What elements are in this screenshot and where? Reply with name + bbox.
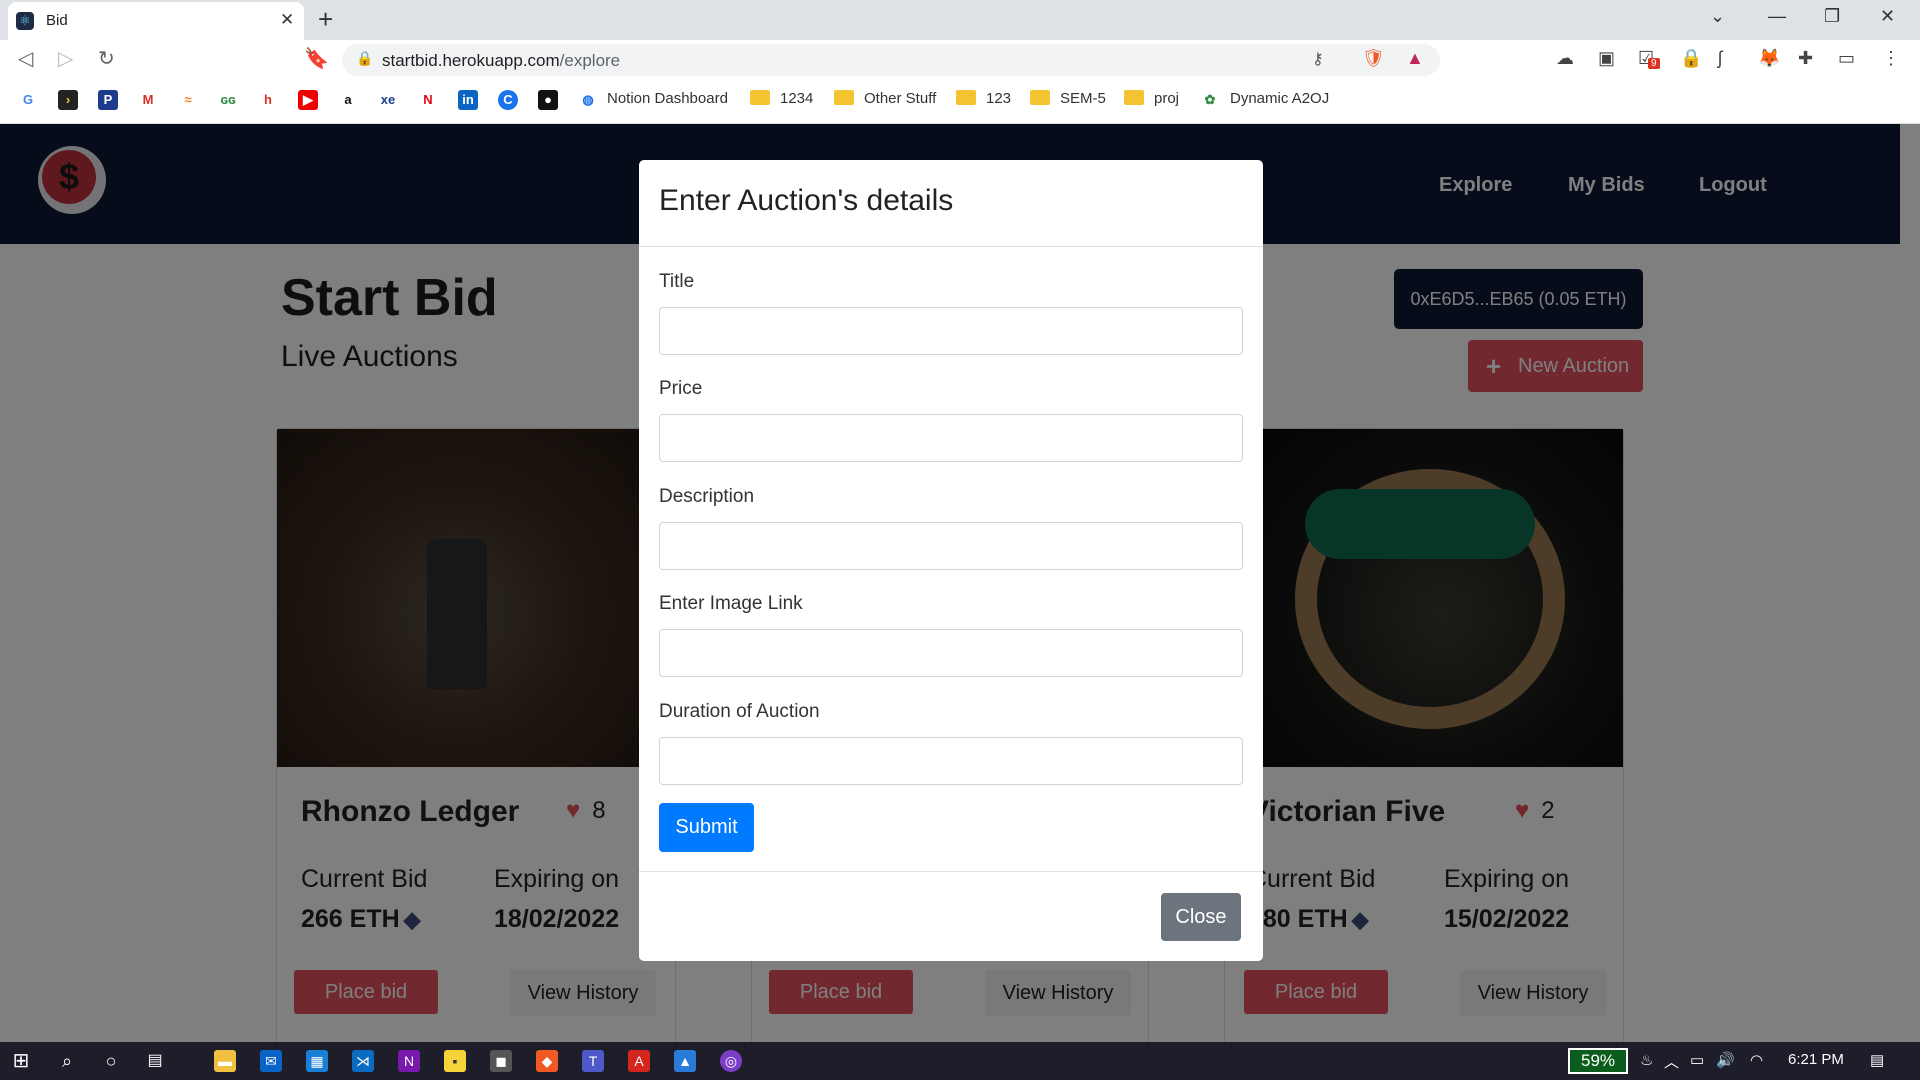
browser-tab[interactable]: ⚛ Bid ✕: [8, 2, 304, 40]
photos-icon[interactable]: ▲: [674, 1050, 696, 1072]
notifications-icon[interactable]: ▤: [1870, 1051, 1884, 1069]
folder-icon: [1030, 90, 1050, 105]
c-bookmark-icon[interactable]: C: [498, 90, 518, 110]
wifi-icon[interactable]: ◠: [1750, 1051, 1763, 1069]
price-input[interactable]: [659, 414, 1243, 462]
onenote-icon[interactable]: N: [398, 1050, 420, 1072]
teams-icon[interactable]: T: [582, 1050, 604, 1072]
address-bar[interactable]: 🔒 startbid.herokuapp.com/explore ⚷ 🛡 ▲: [342, 44, 1440, 76]
notion-globe-icon: ◍: [578, 90, 598, 110]
folder-icon: [750, 90, 770, 105]
brave-rewards-icon[interactable]: ▲: [1406, 48, 1424, 69]
bookmark-folder-proj[interactable]: proj: [1124, 90, 1179, 107]
metamask-icon[interactable]: 🦊: [1758, 48, 1780, 69]
new-tab-icon[interactable]: +: [318, 4, 333, 35]
image-link-label: Enter Image Link: [659, 593, 803, 614]
stackoverflow-bookmark-icon[interactable]: ≈: [178, 90, 198, 110]
battery-icon[interactable]: ▭: [1690, 1051, 1704, 1069]
github-desktop-icon[interactable]: ◎: [720, 1050, 742, 1072]
picture-in-picture-icon[interactable]: ▣: [1598, 48, 1615, 69]
calendar-icon[interactable]: ▦: [306, 1050, 328, 1072]
key-icon[interactable]: ⚷: [1312, 49, 1324, 69]
h-bookmark-icon[interactable]: h: [258, 90, 278, 110]
forward-icon[interactable]: ▷: [58, 46, 73, 71]
brave-shield-icon[interactable]: 🛡: [1362, 48, 1385, 69]
window-close-icon[interactable]: ✕: [1880, 6, 1895, 27]
store-icon[interactable]: ◼: [490, 1050, 512, 1072]
windows-start-icon[interactable]: ⊞: [10, 1050, 32, 1072]
windows-taskbar: [0, 1042, 1920, 1080]
extension-icon[interactable]: ☁: [1556, 48, 1574, 69]
medium-bookmark-icon[interactable]: ●: [538, 90, 558, 110]
sticky-notes-icon[interactable]: ▪: [444, 1050, 466, 1072]
bookmark-notion-dashboard[interactable]: Notion Dashboard: [607, 90, 728, 107]
tab-search-chevron-icon[interactable]: ⌄: [1710, 6, 1725, 27]
bookmark-folder-sem-5[interactable]: SEM-5: [1030, 90, 1106, 107]
price-label: Price: [659, 378, 703, 399]
clock[interactable]: 6:21 PM: [1788, 1051, 1844, 1068]
duration-label: Duration of Auction: [659, 701, 820, 722]
url-text[interactable]: startbid.herokuapp.com/explore: [382, 51, 620, 71]
xe-bookmark-icon[interactable]: xe: [378, 90, 398, 110]
bookmark-folder-1234[interactable]: 1234: [750, 90, 813, 107]
gmail-bookmark-icon[interactable]: M: [138, 90, 158, 110]
back-icon[interactable]: ◁: [18, 46, 33, 71]
p-bookmark-icon[interactable]: P: [98, 90, 118, 110]
lock-icon: 🔒: [356, 50, 374, 66]
tray-flame-icon[interactable]: ♨: [1640, 1051, 1653, 1069]
todo-extension-icon[interactable]: ☑ 9: [1638, 48, 1660, 69]
vscode-icon[interactable]: ⋊: [352, 1050, 374, 1072]
bookmark-folder-other-stuff[interactable]: Other Stuff: [834, 90, 936, 107]
cortana-icon[interactable]: ○: [100, 1050, 122, 1072]
title-label: Title: [659, 271, 695, 292]
wallet-icon[interactable]: ▭: [1838, 48, 1855, 69]
minimize-icon[interactable]: —: [1768, 6, 1786, 27]
description-input[interactable]: [659, 522, 1243, 570]
lock-extension-icon[interactable]: 🔒: [1680, 48, 1702, 69]
close-button[interactable]: Close: [1161, 893, 1241, 941]
folder-icon: [1124, 90, 1144, 105]
mail-icon[interactable]: ✉: [260, 1050, 282, 1072]
volume-icon[interactable]: 🔊: [1716, 1051, 1735, 1069]
reload-icon[interactable]: ↻: [98, 46, 115, 71]
modal-header-divider: [639, 246, 1263, 247]
battery-indicator[interactable]: 59%: [1568, 1048, 1628, 1074]
folder-icon: [834, 90, 854, 105]
youtube-bookmark-icon[interactable]: ▶: [298, 90, 318, 110]
auction-details-modal: Enter Auction's details Title Price Desc…: [639, 160, 1263, 961]
script-extension-icon[interactable]: ʃ: [1718, 48, 1722, 69]
gfg-bookmark-icon[interactable]: ɢɢ: [218, 90, 238, 110]
menu-icon[interactable]: ⋮: [1882, 48, 1900, 69]
bookmark-folder-123[interactable]: 123: [956, 90, 1011, 107]
a2oj-frog-icon: ✿: [1200, 90, 1220, 110]
modal-footer-divider: [639, 871, 1263, 872]
duration-input[interactable]: [659, 737, 1243, 785]
plex-bookmark-icon[interactable]: ›: [58, 90, 78, 110]
description-label: Description: [659, 486, 755, 507]
google-bookmark-icon[interactable]: G: [18, 90, 38, 110]
bookmark-icon[interactable]: 🔖: [304, 46, 329, 71]
restore-icon[interactable]: ❐: [1824, 6, 1840, 27]
search-icon[interactable]: ⌕: [56, 1050, 78, 1072]
modal-title: Enter Auction's details: [659, 184, 954, 217]
title-input[interactable]: [659, 307, 1243, 355]
extensions-puzzle-icon[interactable]: ✚: [1798, 48, 1813, 69]
submit-button[interactable]: Submit: [659, 803, 754, 852]
folder-icon: [956, 90, 976, 105]
brave-taskbar-icon[interactable]: ◆: [536, 1050, 558, 1072]
linkedin-bookmark-icon[interactable]: in: [458, 90, 478, 110]
task-view-icon[interactable]: ▤: [144, 1050, 166, 1072]
tab-title: Bid: [46, 12, 68, 29]
amazon-bookmark-icon[interactable]: a: [338, 90, 358, 110]
file-explorer-icon[interactable]: ▬: [214, 1050, 236, 1072]
bookmark-dynamic-a2oj[interactable]: Dynamic A2OJ: [1230, 90, 1329, 107]
image-link-input[interactable]: [659, 629, 1243, 677]
show-hidden-icons-icon[interactable]: ︿: [1664, 1051, 1679, 1072]
acrobat-icon[interactable]: A: [628, 1050, 650, 1072]
close-tab-icon[interactable]: ✕: [280, 10, 294, 30]
netflix-bookmark-icon[interactable]: N: [418, 90, 438, 110]
react-favicon-icon: ⚛: [16, 12, 34, 30]
